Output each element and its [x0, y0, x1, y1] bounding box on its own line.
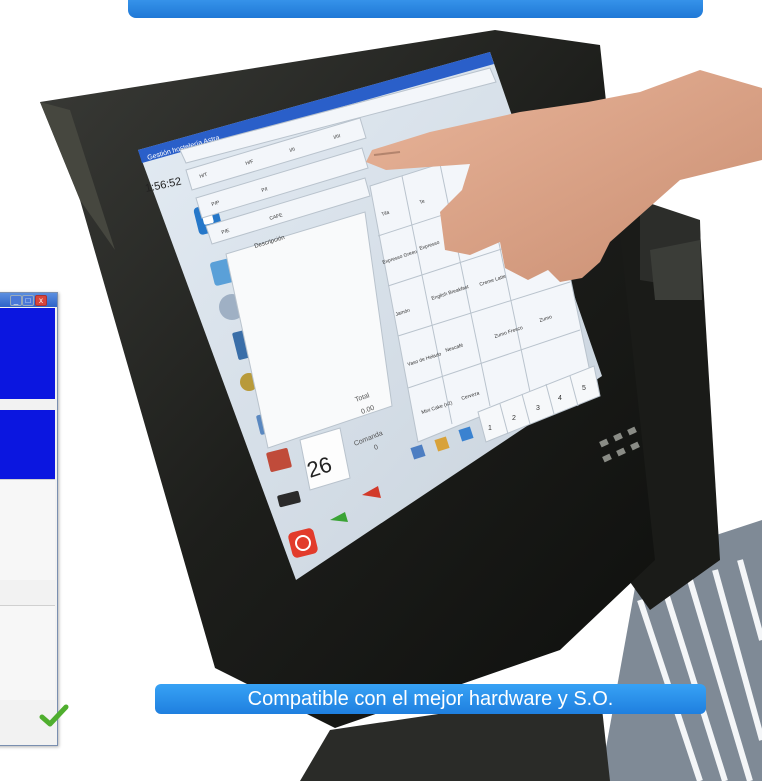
key-1: 1	[488, 425, 492, 432]
key-2: 2	[512, 415, 516, 422]
key-4: 4	[558, 395, 562, 402]
key-3: 3	[536, 405, 540, 412]
key-5: 5	[582, 385, 586, 392]
caption-banner: Compatible con el mejor hardware y S.O.	[155, 684, 706, 714]
pos-terminal-photo: Gestión hostelería Astra 1:56:52 H/T H/F	[40, 30, 762, 781]
